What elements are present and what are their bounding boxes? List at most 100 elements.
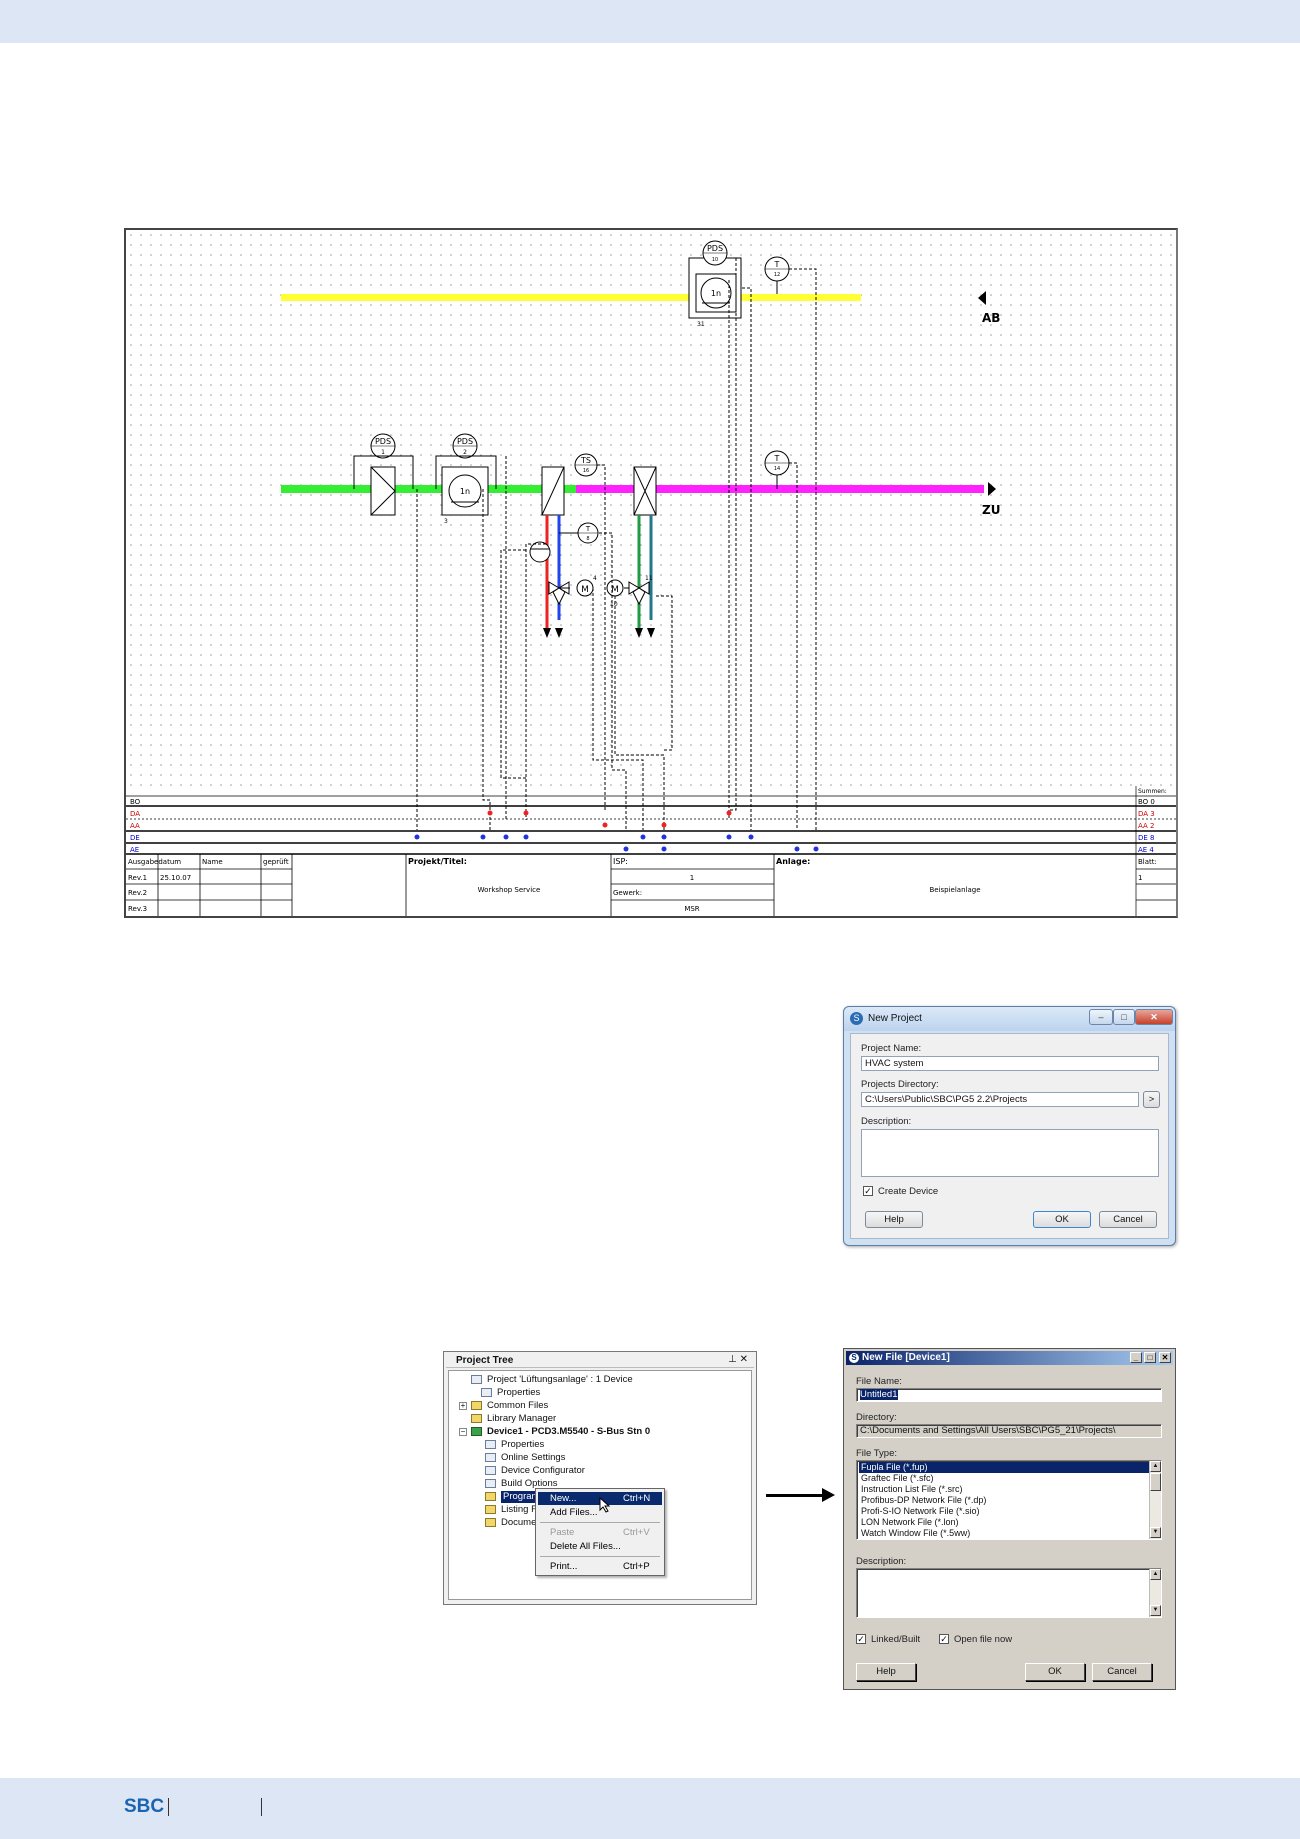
pin-close-icons[interactable]: ⊥ ✕ [728,1354,748,1365]
file-type-label: File Type: [856,1448,898,1459]
minimize-icon[interactable]: – [1089,1009,1113,1025]
create-device-label: Create Device [878,1186,939,1197]
t12-label: T [774,260,780,269]
file-name-input[interactable]: Untitled1 [856,1388,1162,1402]
tb-gewerk-label: Gewerk: [613,889,642,897]
tree-node-project[interactable]: Project 'Lüftungsanlage' : 1 Device [487,1374,633,1386]
tb-isp-label: ISP: [613,857,628,866]
close-icon[interactable]: ✕ [1159,1352,1171,1363]
menu-item-print[interactable]: Print... Ctrl+P [538,1560,662,1573]
expand-icon[interactable]: + [459,1402,467,1410]
scroll-down-icon[interactable]: ▼ [1150,1527,1161,1538]
build-options-icon [485,1479,496,1488]
properties-icon [481,1388,492,1397]
tb-blatt-value: 1 [1138,874,1142,882]
new-file-titlebar[interactable]: S New File [Device1] _ □ ✕ [846,1351,1173,1365]
footer-separator [261,1798,262,1816]
io-sum-da: DA 3 [1138,810,1155,818]
tb-ausgabe: Ausgabedatum [128,858,181,866]
scroll-up-icon[interactable]: ▲ [1150,1569,1161,1580]
mouse-cursor-icon [599,1497,611,1513]
project-name-input[interactable]: HVAC system [861,1056,1159,1071]
footer-band: SBC [0,1778,1300,1839]
file-type-list[interactable]: Fupla File (*.fup) Graftec File (*.sfc) … [856,1460,1162,1540]
help-button[interactable]: Help [865,1211,923,1228]
new-file-cancel-button[interactable]: Cancel [1092,1663,1152,1681]
tb-rev1-date: 25.10.07 [160,874,191,882]
file-type-item[interactable]: Instruction List File (*.src) [859,1484,1155,1495]
maximize-icon[interactable]: □ [1113,1009,1135,1025]
new-file-help-button[interactable]: Help [856,1663,916,1681]
project-name-label: Project Name: [861,1043,922,1054]
io-row-aa: AA [130,822,140,830]
minimize-icon[interactable]: _ [1130,1352,1142,1363]
file-type-item[interactable]: LON Network File (*.lon) [859,1517,1155,1528]
file-type-item[interactable]: Graftec File (*.sfc) [859,1473,1155,1484]
projects-directory-input[interactable]: C:\Users\Public\SBC\PG5 2.2\Projects [861,1092,1139,1107]
pump [529,541,551,563]
new-file-ok-button[interactable]: OK [1025,1663,1085,1681]
description-scrollbar[interactable]: ▲ ▼ [1149,1569,1161,1617]
tb-blatt-label: Blatt: [1138,858,1157,866]
new-file-description-textarea[interactable]: ▲ ▼ [856,1568,1162,1618]
new-project-title: New Project [868,1013,922,1024]
io-sum-de: DE 8 [1138,834,1155,842]
pds10-num: 10 [712,257,718,263]
tb-name: Name [202,858,223,866]
maximize-icon[interactable]: □ [1144,1352,1156,1363]
file-type-item[interactable]: Watch Window File (*.5ww) [859,1528,1155,1539]
io-row-ae: AE [130,846,139,854]
tb-rev2: Rev.2 [128,889,147,897]
zu-label: ZU [982,503,1000,517]
supply-fan-label: 1n [460,487,470,496]
t14-num: 14 [774,466,780,472]
linked-built-checkbox[interactable]: ✓ [856,1634,866,1644]
file-type-item[interactable]: Fupla File (*.fup) [859,1462,1155,1473]
tree-node-device-configurator[interactable]: Device Configurator [501,1465,585,1477]
tree-node-library-manager[interactable]: Library Manager [487,1413,556,1425]
tree-node-common-files[interactable]: Common Files [487,1400,548,1412]
menu-item-delete-all[interactable]: Delete All Files... [538,1540,662,1553]
tree-node-online-settings[interactable]: Online Settings [501,1452,565,1464]
hvac-schematic: AB ZU PDS 1 1n 3 PDS 2 M 4 T 8 TS 16 M 1… [124,228,1178,918]
footer-separator [168,1798,169,1816]
file-type-scrollbar[interactable]: ▲ ▼ [1149,1461,1161,1539]
tree-node-device-properties[interactable]: Properties [501,1439,544,1451]
menu-paste-shortcut: Ctrl+V [623,1527,650,1538]
tree-node-properties[interactable]: Properties [497,1387,540,1399]
tb-projekt-label: Projekt/Titel: [408,857,467,866]
supply-fan-tag: 3 [444,518,448,525]
tb-rev3: Rev.3 [128,905,147,913]
file-type-item[interactable]: Profi-S-IO Network File (*.sio) [859,1506,1155,1517]
description-textarea[interactable] [861,1129,1159,1177]
browse-directory-button[interactable]: > [1143,1091,1160,1108]
extract-fan-tag: 31 [697,321,705,328]
t8-label: T [585,525,591,533]
file-name-label: File Name: [856,1376,902,1387]
menu-separator [540,1556,660,1557]
ok-button[interactable]: OK [1033,1211,1091,1228]
motor1-num: 4 [593,575,597,582]
menu-new-shortcut: Ctrl+N [623,1493,651,1504]
io-rows [126,786,1176,916]
close-icon[interactable]: ✕ [1135,1009,1173,1025]
cancel-button[interactable]: Cancel [1099,1211,1157,1228]
folder-icon [485,1518,496,1527]
header-band [0,0,1300,43]
tree-node-device1[interactable]: Device1 - PCD3.M5540 - S-Bus Stn 0 [487,1426,650,1438]
directory-label: Directory: [856,1412,897,1423]
pds1-num: 1 [381,449,385,456]
menu-item-paste[interactable]: Paste Ctrl+V [538,1526,662,1539]
extract-duct [281,294,861,301]
file-type-item[interactable]: Profibus-DP Network File (*.dp) [859,1495,1155,1506]
scroll-down-icon[interactable]: ▼ [1150,1605,1161,1616]
open-file-now-checkbox[interactable]: ✓ [939,1634,949,1644]
scroll-thumb[interactable] [1150,1473,1161,1491]
create-device-checkbox[interactable]: ✓ [863,1186,873,1196]
new-file-description-label: Description: [856,1556,907,1567]
supply-duct-green [281,485,576,493]
new-project-titlebar[interactable]: S New Project – □ ✕ [844,1007,1175,1031]
collapse-icon[interactable]: − [459,1428,467,1436]
scroll-up-icon[interactable]: ▲ [1150,1461,1161,1472]
project-icon [471,1375,482,1384]
